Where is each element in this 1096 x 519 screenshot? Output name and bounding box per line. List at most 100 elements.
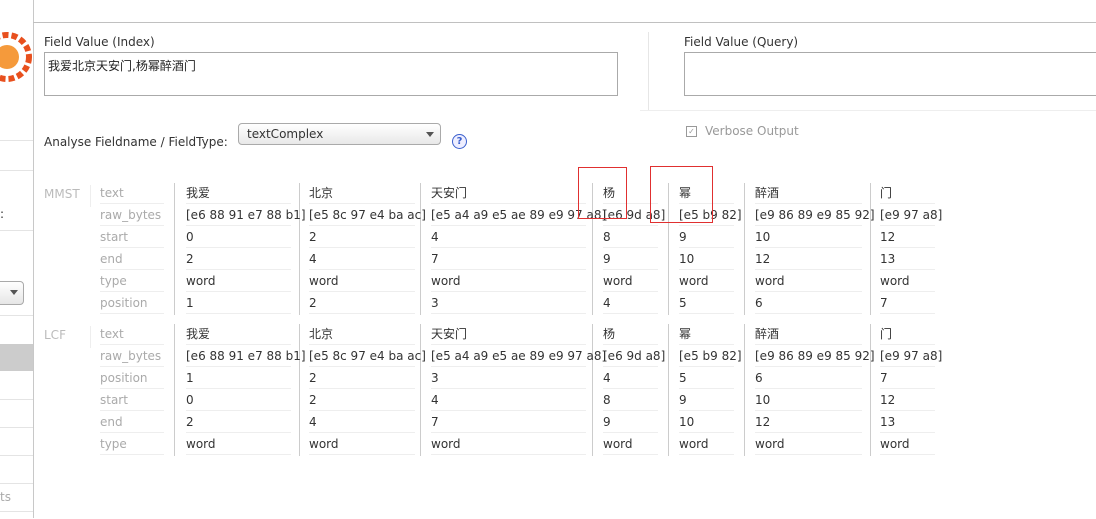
token-raw_bytes: [e5 8c 97 e4 ba ac]: [309, 205, 426, 226]
index-field-label: Field Value (Index): [44, 35, 155, 49]
sidebar-item-selected[interactable]: [0, 344, 33, 371]
token-end: 4: [309, 412, 415, 433]
token-start: 9: [679, 390, 734, 411]
attribute-label: type: [100, 434, 164, 455]
token-start: 4: [431, 227, 586, 248]
token-type: word: [603, 271, 658, 292]
token-raw_bytes: [e5 a4 a9 e5 ae 89 e9 97 a8]: [431, 205, 606, 226]
token-raw_bytes: [e6 88 91 e7 88 b1]: [186, 346, 306, 367]
token-raw_bytes: [e9 97 a8]: [880, 346, 942, 367]
token-end: 13: [880, 412, 935, 433]
token-raw_bytes: [e9 97 a8]: [880, 205, 942, 226]
token-end: 9: [603, 412, 658, 433]
analyzer-name: LCF: [44, 328, 66, 342]
token-end: 12: [755, 249, 862, 270]
highlight-box: [578, 167, 627, 219]
solr-logo-icon: [0, 32, 32, 82]
token-end: 7: [431, 412, 586, 433]
token-type: word: [431, 434, 586, 455]
sidebar: : ts: [0, 0, 34, 518]
token-text: 我爱: [186, 183, 291, 204]
token-type: word: [186, 434, 291, 455]
token-type: word: [603, 434, 658, 455]
token-start: 0: [186, 227, 291, 248]
token-position: 7: [880, 368, 935, 389]
token-position: 5: [679, 293, 734, 314]
token-type: word: [679, 271, 734, 292]
token-type: word: [755, 271, 862, 292]
token-text: 北京: [309, 183, 415, 204]
token-type: word: [309, 434, 415, 455]
token-position: 1: [186, 293, 291, 314]
attribute-label: text: [100, 183, 164, 204]
fieldtype-selected-value: textComplex: [247, 127, 324, 141]
token-type: word: [309, 271, 415, 292]
fieldtype-select[interactable]: textComplex: [238, 123, 441, 145]
token-position: 6: [755, 368, 862, 389]
query-field-label: Field Value (Query): [684, 35, 799, 49]
token-text: 门: [880, 183, 935, 204]
token-type: word: [431, 271, 586, 292]
attribute-label: start: [100, 227, 164, 248]
help-icon[interactable]: ?: [452, 134, 467, 149]
token-type: word: [880, 434, 935, 455]
attribute-label: position: [100, 368, 164, 389]
highlight-box: [650, 166, 713, 223]
token-end: 7: [431, 249, 586, 270]
sidebar-item-partial[interactable]: :: [0, 207, 4, 221]
token-end: 12: [755, 412, 862, 433]
token-start: 9: [679, 227, 734, 248]
index-value-input[interactable]: 我爱北京天安门,杨幂醉酒门: [44, 52, 618, 96]
token-start: 10: [755, 390, 862, 411]
token-start: 8: [603, 227, 658, 248]
token-end: 10: [679, 412, 734, 433]
token-position: 6: [755, 293, 862, 314]
sidebar-item-label[interactable]: ts: [0, 490, 11, 504]
token-position: 3: [431, 293, 586, 314]
token-start: 12: [880, 390, 935, 411]
token-end: 13: [880, 249, 935, 270]
token-raw_bytes: [e6 88 91 e7 88 b1]: [186, 205, 306, 226]
token-text: 杨: [603, 324, 658, 345]
token-type: word: [679, 434, 734, 455]
token-start: 10: [755, 227, 862, 248]
token-position: 2: [309, 293, 415, 314]
token-position: 2: [309, 368, 415, 389]
token-position: 1: [186, 368, 291, 389]
token-end: 2: [186, 412, 291, 433]
token-raw_bytes: [e5 b9 82]: [679, 346, 742, 367]
attribute-label: type: [100, 271, 164, 292]
token-text: 幂: [679, 324, 734, 345]
token-text: 我爱: [186, 324, 291, 345]
token-text: 北京: [309, 324, 415, 345]
checkbox-checked-icon[interactable]: ✓: [686, 125, 697, 137]
attribute-label: text: [100, 324, 164, 345]
token-position: 4: [603, 293, 658, 314]
token-start: 0: [186, 390, 291, 411]
token-end: 9: [603, 249, 658, 270]
token-text: 天安门: [431, 183, 586, 204]
token-type: word: [186, 271, 291, 292]
verbose-output-label: Verbose Output: [705, 124, 799, 138]
token-raw_bytes: [e9 86 89 e9 85 92]: [755, 346, 875, 367]
token-start: 12: [880, 227, 935, 248]
token-type: word: [880, 271, 935, 292]
token-text: 醉酒: [755, 324, 862, 345]
token-raw_bytes: [e5 8c 97 e4 ba ac]: [309, 346, 426, 367]
token-end: 2: [186, 249, 291, 270]
token-start: 2: [309, 390, 415, 411]
token-type: word: [755, 434, 862, 455]
token-text: 门: [880, 324, 935, 345]
verbose-output-toggle[interactable]: ✓ Verbose Output: [686, 124, 799, 138]
token-start: 2: [309, 227, 415, 248]
query-value-input[interactable]: [684, 52, 1096, 96]
chevron-down-icon: [426, 132, 434, 137]
token-text: 天安门: [431, 324, 586, 345]
token-start: 8: [603, 390, 658, 411]
token-position: 3: [431, 368, 586, 389]
token-text: 醉酒: [755, 183, 862, 204]
attribute-label: start: [100, 390, 164, 411]
core-selector[interactable]: [0, 281, 24, 305]
attribute-label: raw_bytes: [100, 346, 164, 367]
token-raw_bytes: [e5 a4 a9 e5 ae 89 e9 97 a8]: [431, 346, 606, 367]
